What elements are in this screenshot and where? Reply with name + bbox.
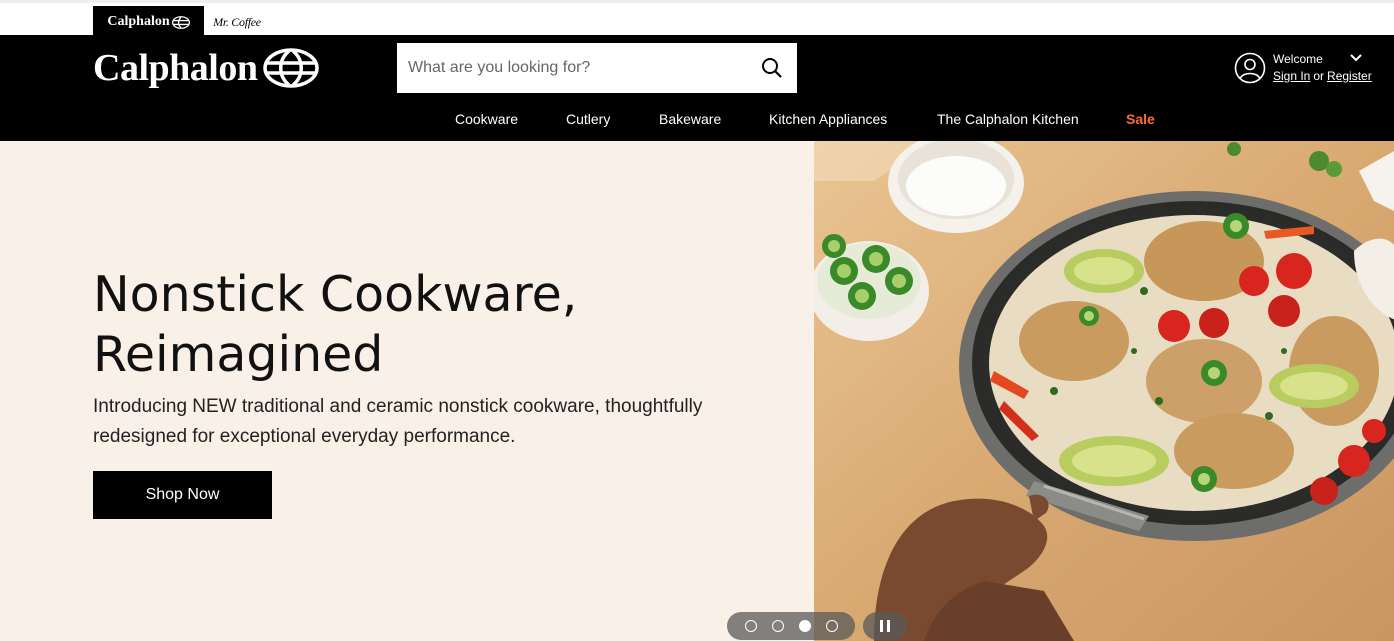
account-links: Sign In or Register [1273, 68, 1372, 85]
carousel-dot[interactable] [825, 620, 838, 632]
nav-item-bakeware[interactable]: Bakeware [659, 111, 721, 127]
brand-tab-label: Calphalon [107, 14, 170, 29]
brand-tab-calphalon[interactable]: Calphalon [93, 6, 204, 38]
pause-icon [887, 620, 890, 632]
hero-banner: Nonstick Cookware, Reimagined Introducin… [0, 141, 1394, 641]
nav-item-cutlery[interactable]: Cutlery [566, 111, 610, 127]
hero-title-line: Nonstick Cookware, [93, 266, 578, 323]
nav-item-kitchen-appliances[interactable]: Kitchen Appliances [769, 111, 887, 127]
account-menu[interactable]: Welcome Sign In or Register [1234, 51, 1372, 85]
search-icon [762, 58, 782, 78]
brand-tab-mr-coffee[interactable]: Mr. Coffee [204, 6, 270, 38]
nav-item-calphalon-kitchen[interactable]: The Calphalon Kitchen [937, 111, 1079, 127]
hero-subtitle-line: redesigned for exceptional everyday perf… [93, 426, 516, 447]
pause-icon [880, 620, 883, 632]
brand-tab-label: Mr. Coffee [213, 14, 261, 29]
calphalon-mark-icon [171, 15, 190, 29]
hero-title: Nonstick Cookware, Reimagined [93, 265, 793, 385]
nav-item-cookware[interactable]: Cookware [455, 111, 518, 127]
search-input[interactable] [397, 43, 747, 93]
carousel-dot[interactable] [771, 620, 784, 632]
hero-food-image [814, 141, 1394, 641]
logo-text: Calphalon [93, 47, 258, 89]
or-label: or [1313, 69, 1325, 83]
carousel-dots [727, 612, 855, 640]
carousel-dot-active[interactable] [798, 620, 811, 632]
site-header: Calphalon Welcome Sign InorRegister [0, 35, 1394, 141]
register-link[interactable]: Register [1327, 69, 1372, 83]
search-button[interactable] [747, 43, 797, 93]
sign-in-link[interactable]: Sign In [1273, 69, 1310, 83]
carousel-dot[interactable] [744, 620, 757, 632]
calphalon-logo[interactable]: Calphalon [93, 46, 320, 90]
nav-item-sale[interactable]: Sale [1126, 111, 1155, 127]
hero-title-line: Reimagined [93, 326, 384, 383]
hero-subtitle: Introducing NEW traditional and ceramic … [93, 392, 793, 452]
hero-subtitle-line: Introducing NEW traditional and ceramic … [93, 396, 703, 417]
search-bar [397, 43, 797, 93]
chevron-down-icon[interactable] [1349, 53, 1363, 63]
calphalon-mark-icon [263, 48, 320, 88]
shop-now-button[interactable]: Shop Now [93, 471, 272, 519]
pause-button[interactable] [863, 612, 907, 640]
brand-strip: Calphalon Mr. Coffee [0, 0, 1394, 38]
user-icon [1234, 52, 1266, 84]
